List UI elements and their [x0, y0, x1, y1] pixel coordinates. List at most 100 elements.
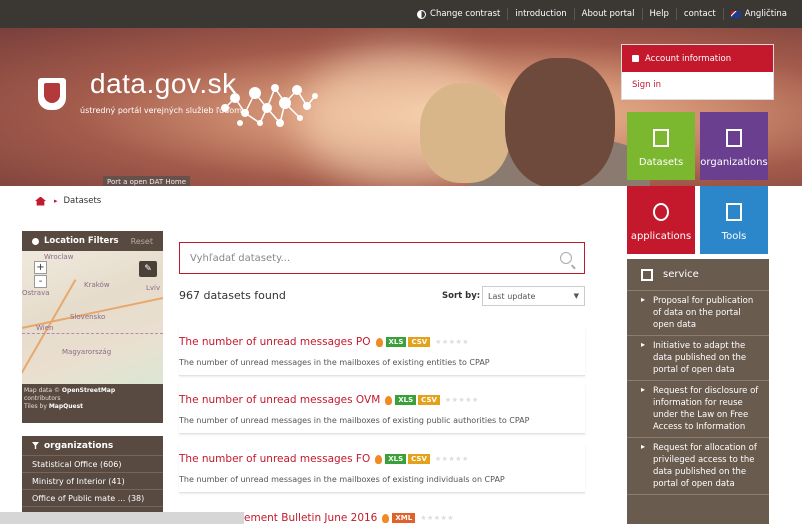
dataset-title-row: The number of unread messages OVM XLS CS…	[179, 394, 479, 406]
pencil-icon[interactable]: ✎	[139, 261, 157, 277]
home-icon[interactable]	[35, 196, 46, 206]
dataset-result: The number of unread messages PO XLS CSV…	[179, 326, 585, 376]
location-filters-panel: Location Filters Reset Wroclaw Kraków Os…	[22, 231, 163, 423]
organization-filter-item[interactable]: Office of Public mate ... (38)	[22, 490, 163, 507]
rating-stars: ★★★★★	[444, 396, 479, 404]
site-title[interactable]: data.gov.sk	[90, 68, 237, 100]
format-badge-xls[interactable]: XLS	[385, 337, 407, 347]
service-header: service	[627, 259, 769, 291]
service-title: service	[663, 269, 699, 280]
organizations-header: organizations	[22, 436, 163, 456]
building-icon	[726, 129, 742, 147]
sort-label: Sort by:	[442, 291, 481, 301]
format-badge-csv[interactable]: CSV	[418, 395, 440, 405]
introduction-link[interactable]: introduction	[507, 8, 573, 20]
map[interactable]: Wroclaw Kraków Ostrava Slovensko Wien Ma…	[22, 251, 163, 384]
dataset-title-row: ement Bulletin June 2016 XML ★★★★★	[244, 512, 454, 524]
popular-flame-icon	[375, 337, 383, 347]
breadcrumb-current: Datasets	[63, 196, 102, 206]
service-item[interactable]: Proposal for publication of data on the …	[627, 291, 769, 336]
exit-icon	[641, 268, 653, 281]
rating-stars: ★★★★★	[420, 514, 455, 522]
map-label: Wien	[36, 324, 54, 332]
format-badge-xml[interactable]: XML	[392, 513, 416, 523]
at-sign-icon	[653, 203, 669, 221]
change-contrast-link[interactable]: Change contrast	[410, 8, 507, 20]
map-label: Lviv	[146, 284, 161, 292]
service-item[interactable]: Request for disclosure of information fo…	[627, 381, 769, 438]
map-label: Kraków	[84, 281, 110, 289]
tile-datasets[interactable]: Datasets	[627, 112, 695, 180]
results-count: 967 datasets found	[179, 289, 286, 302]
organizations-title: organizations	[44, 440, 114, 451]
breadcrumb-separator-icon: ▸	[54, 197, 58, 205]
sort-value: Last update	[488, 291, 536, 301]
mapquest-link[interactable]: MapQuest	[49, 403, 83, 410]
service-panel: service Proposal for publication of data…	[627, 259, 769, 524]
language-link[interactable]: Angličtina	[722, 8, 794, 20]
sort-select[interactable]: Last update ▼	[482, 286, 585, 306]
bottom-scroll-bar[interactable]	[0, 512, 244, 524]
contrast-icon	[417, 9, 427, 19]
dataset-description: The number of unread messages in the mai…	[179, 358, 490, 367]
tile-organizations[interactable]: organizations	[700, 112, 768, 180]
account-title: Account information	[645, 53, 732, 64]
dataset-title-link[interactable]: The number of unread messages OVM	[179, 394, 380, 406]
format-badge-csv[interactable]: CSV	[408, 454, 430, 464]
dataset-result: The number of unread messages OVM XLS CS…	[179, 384, 585, 434]
search-box	[179, 242, 585, 274]
map-label: Slovensko	[70, 313, 106, 321]
help-link[interactable]: Help	[641, 8, 676, 20]
popular-flame-icon	[382, 513, 390, 523]
about-portal-link[interactable]: About portal	[573, 8, 642, 20]
map-credit: Map data © OpenStreetMap contributors Ti…	[24, 387, 116, 410]
contact-link[interactable]: contact	[675, 8, 723, 20]
hero-person-dark	[505, 58, 615, 186]
dataset-title-row: The number of unread messages FO XLS CSV…	[179, 453, 469, 465]
tile-applications-label: applications	[630, 231, 692, 242]
popular-flame-icon	[385, 395, 393, 405]
tile-tools-label: Tools	[721, 231, 747, 242]
tile-tools[interactable]: Tools	[700, 186, 768, 254]
organization-filter-item[interactable]: Ministry of Interior (41)	[22, 473, 163, 490]
map-border	[22, 333, 163, 334]
tools-icon	[726, 203, 742, 221]
service-item[interactable]: Initiative to adapt the data published o…	[627, 336, 769, 381]
reset-link[interactable]: Reset	[131, 237, 153, 246]
site-subtitle: ústredný portál verejných služieb ľuďom	[80, 106, 242, 115]
tile-applications[interactable]: applications	[627, 186, 695, 254]
location-filters-header: Location Filters Reset	[22, 231, 163, 251]
change-contrast-label: Change contrast	[430, 9, 501, 19]
format-badge-xls[interactable]: XLS	[385, 454, 407, 464]
account-header: Account information	[622, 45, 773, 72]
dataset-title-link[interactable]: The number of unread messages FO	[179, 453, 370, 465]
dataset-result: The number of unread messages FO XLS CSV…	[179, 443, 585, 493]
map-label: Magyarország	[62, 348, 112, 356]
rating-stars: ★★★★★	[435, 338, 470, 346]
search-icon[interactable]	[560, 252, 572, 264]
tile-datasets-label: Datasets	[638, 157, 684, 168]
zoom-in-button[interactable]: +	[34, 261, 47, 274]
format-badge-xls[interactable]: XLS	[395, 395, 417, 405]
lock-icon	[632, 55, 639, 62]
popular-flame-icon	[375, 454, 383, 464]
film-icon	[653, 129, 669, 147]
organization-filter-item[interactable]: Statistical Office (606)	[22, 456, 163, 473]
service-item[interactable]: Request for allocation of privileged acc…	[627, 438, 769, 495]
home-badge[interactable]: Port a open DAT Home	[103, 176, 190, 186]
openstreetmap-link[interactable]: OpenStreetMap	[62, 387, 115, 394]
slovak-coat-of-arms-icon[interactable]	[38, 78, 66, 110]
zoom-out-button[interactable]: -	[34, 275, 47, 288]
chevron-down-icon: ▼	[573, 292, 579, 300]
tile-organizations-label: organizations	[700, 157, 768, 168]
dataset-description: The number of unread messages in the mai…	[179, 416, 530, 425]
dataset-title-link[interactable]: The number of unread messages PO	[179, 336, 371, 348]
rating-stars: ★★★★★	[434, 455, 469, 463]
format-badge-csv[interactable]: CSV	[408, 337, 431, 347]
organizations-filter-panel: organizations Statistical Office (606) M…	[22, 436, 163, 524]
uk-flag-icon	[730, 10, 741, 18]
dataset-title-link[interactable]: ement Bulletin June 2016	[244, 512, 377, 524]
search-input[interactable]	[190, 252, 560, 264]
location-filters-title: Location Filters	[44, 236, 119, 246]
sign-in-link[interactable]: Sign in	[622, 72, 773, 98]
